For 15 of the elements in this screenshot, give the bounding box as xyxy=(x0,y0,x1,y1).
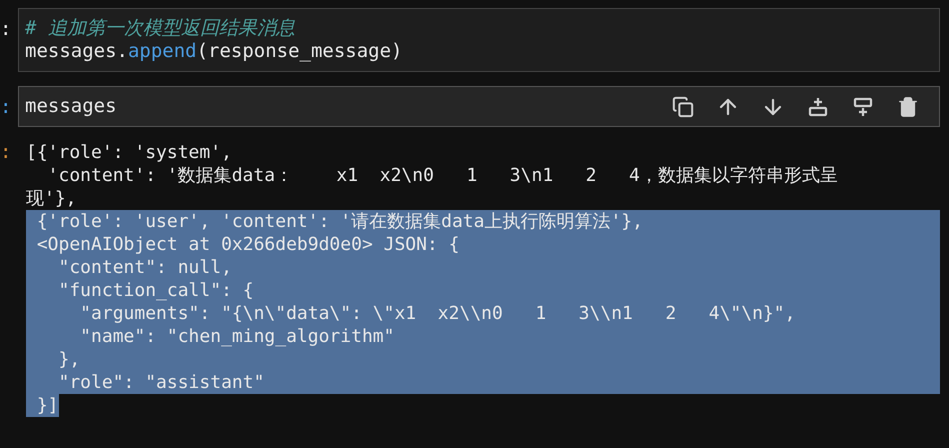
cell-prompt: : xyxy=(0,17,12,41)
code-line: messages xyxy=(25,95,118,118)
code-line: # 追加第一次模型返回结果消息 xyxy=(25,17,296,40)
output-prompt: : xyxy=(0,141,12,164)
output-line: [{'role': 'system', xyxy=(26,141,233,164)
insert-above-icon xyxy=(807,96,829,118)
insert-below-icon xyxy=(852,96,874,118)
trash-icon xyxy=(897,96,919,118)
code-cell[interactable]: messages xyxy=(18,86,940,127)
code-cell[interactable]: # 追加第一次模型返回结果消息 messages.append(response_message) xyxy=(18,8,940,72)
output-line: 现'}, xyxy=(26,187,78,210)
copy-icon xyxy=(672,96,694,118)
cell-prompt: : xyxy=(0,95,12,119)
output-line: 'content': '数据集data： x1 x2\n0 1 3\n1 2 4，数据集以字符串形式呈 xyxy=(46,164,839,187)
code-line: messages.append(response_message) xyxy=(25,40,404,63)
